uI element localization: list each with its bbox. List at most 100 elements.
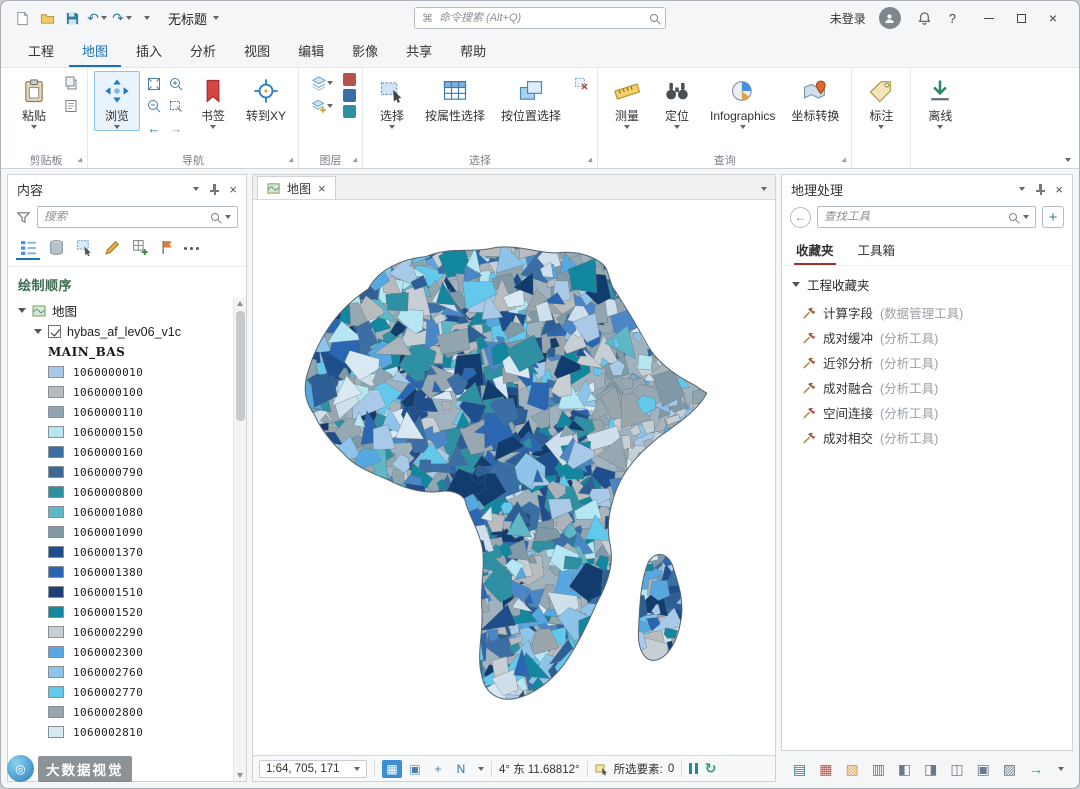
scroll-down-icon[interactable] xyxy=(237,773,243,778)
find-tools-input[interactable] xyxy=(824,211,1003,223)
add-graphics-layer-icon[interactable] xyxy=(343,89,357,102)
legend-item[interactable]: 1060000100 xyxy=(8,382,246,402)
pin-icon[interactable] xyxy=(209,184,220,195)
pan-crosshair-icon[interactable]: + xyxy=(428,760,448,778)
python-window-icon[interactable]: ◫ xyxy=(950,762,963,776)
fixed-zoom-in-icon[interactable] xyxy=(166,74,186,94)
open-project-icon[interactable] xyxy=(36,6,58,30)
add-arcade-icon[interactable] xyxy=(343,105,357,118)
geoprocessing-tool-item[interactable]: 计算字段 (数据管理工具) xyxy=(782,300,1072,325)
expander-icon[interactable] xyxy=(34,329,42,334)
undo-icon[interactable]: ↶ xyxy=(86,6,108,30)
legend-item[interactable]: 1060000110 xyxy=(8,402,246,422)
legend-item[interactable]: 1060001370 xyxy=(8,542,246,562)
pane-menu-icon[interactable] xyxy=(1019,187,1026,191)
north-arrow-options-icon[interactable] xyxy=(478,766,484,771)
legend-item[interactable]: 1060000010 xyxy=(8,362,246,382)
infographics-button[interactable]: Infographics xyxy=(704,71,781,131)
expander-icon[interactable] xyxy=(792,282,800,287)
select-button[interactable]: 选择 xyxy=(369,71,415,131)
legend-item[interactable]: 1060002290 xyxy=(8,622,246,642)
maximize-button[interactable] xyxy=(1005,5,1037,31)
geoprocessing-tool-item[interactable]: 成对相交 (分析工具) xyxy=(782,425,1072,450)
fixed-zoom-out-icon[interactable] xyxy=(144,96,164,116)
notifications-pane-icon[interactable]: ▨ xyxy=(1003,762,1016,776)
notifications-bell-icon[interactable] xyxy=(914,6,936,30)
add-data-icon[interactable] xyxy=(305,96,339,116)
tree-item-map[interactable]: 地图 xyxy=(8,300,246,321)
minimize-button[interactable] xyxy=(973,5,1005,31)
ribbon-tab-edit[interactable]: 编辑 xyxy=(285,36,337,67)
ribbon-tab-imagery[interactable]: 影像 xyxy=(339,36,391,67)
measure-button[interactable]: 测量 xyxy=(604,71,650,131)
legend-item[interactable]: 1060002810 xyxy=(8,722,246,742)
close-pane-icon[interactable]: × xyxy=(229,182,237,197)
title-dropdown-icon[interactable] xyxy=(213,16,220,20)
sign-in-status[interactable]: 未登录 xyxy=(830,10,866,27)
select-features-icon[interactable]: ▦ xyxy=(382,759,402,778)
account-avatar[interactable] xyxy=(878,7,901,29)
tree-item-layer[interactable]: hybas_af_lev06_v1c xyxy=(8,321,246,342)
clear-selection-icon[interactable] xyxy=(571,73,591,93)
labeling-button[interactable]: 标注 xyxy=(858,71,904,131)
goto-xy-button[interactable]: 转到XY xyxy=(240,71,292,125)
convert-coordinates-button[interactable]: 坐标转换 xyxy=(785,71,845,125)
legend-item[interactable]: 1060002300 xyxy=(8,642,246,662)
ribbon-tab-insert[interactable]: 插入 xyxy=(123,36,175,67)
ribbon-tab-project[interactable]: 工程 xyxy=(15,36,67,67)
scrollbar-thumb[interactable] xyxy=(235,311,245,421)
paste-button[interactable]: 粘贴 xyxy=(11,71,57,131)
symbology-pane-icon[interactable]: ▧ xyxy=(845,762,858,776)
next-extent-icon[interactable]: → xyxy=(166,118,186,138)
list-by-selection-icon[interactable] xyxy=(72,236,96,260)
layer-visibility-checkbox[interactable] xyxy=(48,325,61,338)
geoprocessing-tool-item[interactable]: 成对融合 (分析工具) xyxy=(782,375,1072,400)
explore-button[interactable]: 浏览 xyxy=(94,71,140,132)
copy-icon[interactable] xyxy=(61,73,81,93)
geoprocessing-tool-item[interactable]: 成对缓冲 (分析工具) xyxy=(782,325,1072,350)
ribbon-tab-share[interactable]: 共享 xyxy=(393,36,445,67)
basemap-icon[interactable] xyxy=(305,73,339,93)
contents-search-box[interactable] xyxy=(37,206,238,228)
north-arrow-icon[interactable]: N xyxy=(451,760,471,778)
full-extent-icon[interactable] xyxy=(144,74,164,94)
legend-item[interactable]: 1060001080 xyxy=(8,502,246,522)
attribute-table-icon[interactable]: ▥ xyxy=(872,762,885,776)
contents-pane-icon[interactable]: ▤ xyxy=(793,762,806,776)
close-button[interactable]: × xyxy=(1037,5,1069,31)
more-options-icon[interactable] xyxy=(184,246,187,250)
expander-icon[interactable] xyxy=(18,308,26,313)
catalog-pane-icon[interactable]: ▦ xyxy=(819,762,832,776)
project-favorites-group[interactable]: 工程收藏夹 xyxy=(782,266,1072,300)
map-canvas[interactable] xyxy=(253,200,775,755)
ribbon-tab-map[interactable]: 地图 xyxy=(69,36,122,67)
zoom-to-selection-icon[interactable] xyxy=(166,96,186,116)
legend-item[interactable]: 1060001510 xyxy=(8,582,246,602)
help-icon[interactable]: ? xyxy=(949,11,956,26)
back-icon[interactable]: ← xyxy=(790,206,811,228)
legend-item[interactable]: 1060002800 xyxy=(8,702,246,722)
snapping-icon[interactable]: ▣ xyxy=(405,760,425,778)
select-by-location-button[interactable]: 按位置选择 xyxy=(495,71,567,125)
map-view-tab[interactable]: 地图 × xyxy=(257,176,336,199)
run-status-icon[interactable]: → xyxy=(1029,762,1043,776)
legend-item[interactable]: 1060000160 xyxy=(8,442,246,462)
redo-icon[interactable]: ↷ xyxy=(111,6,133,30)
tab-favorites[interactable]: 收藏夹 xyxy=(794,236,836,265)
legend-item[interactable]: 1060000800 xyxy=(8,482,246,502)
print-icon[interactable]: ◨ xyxy=(924,762,937,776)
layout-pane-icon[interactable]: ◧ xyxy=(898,762,911,776)
legend-item[interactable]: 1060002770 xyxy=(8,682,246,702)
previous-extent-icon[interactable]: ← xyxy=(144,118,164,138)
list-by-snapping-icon[interactable] xyxy=(128,236,152,260)
list-by-data-source-icon[interactable] xyxy=(44,236,68,260)
add-preset-icon[interactable] xyxy=(343,73,357,86)
refresh-map-icon[interactable]: ↻ xyxy=(705,760,717,777)
ribbon-tab-view[interactable]: 视图 xyxy=(231,36,283,67)
list-by-editing-icon[interactable] xyxy=(100,236,124,260)
tab-toolboxes[interactable]: 工具箱 xyxy=(856,236,898,265)
legend-item[interactable]: 1060001090 xyxy=(8,522,246,542)
legend-item[interactable]: 1060001380 xyxy=(8,562,246,582)
offline-button[interactable]: 离线 xyxy=(917,71,963,131)
scale-selector[interactable]: 1:64, 705, 171 xyxy=(259,759,367,778)
